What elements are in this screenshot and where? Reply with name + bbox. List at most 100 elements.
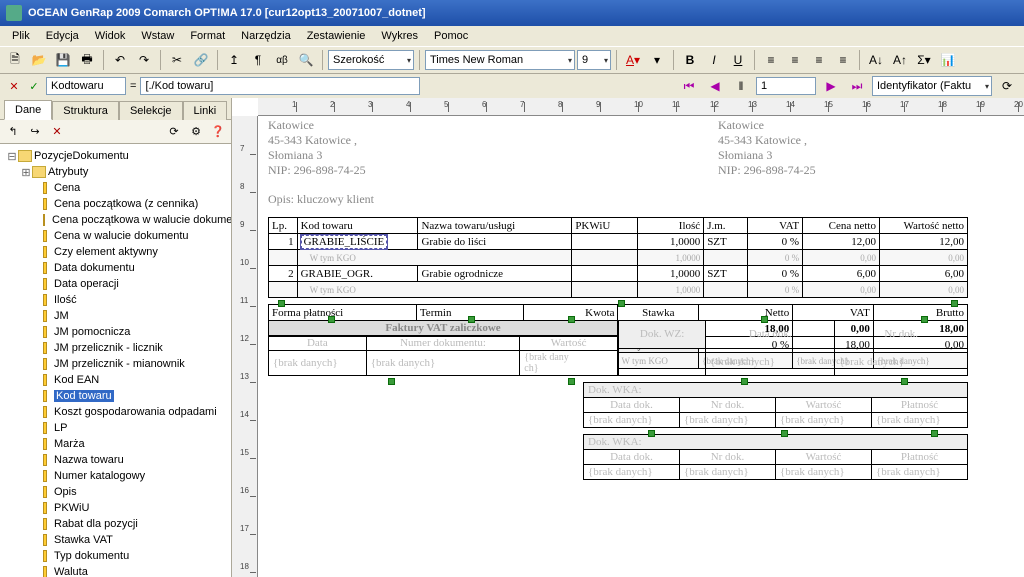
tree-item[interactable]: Marża (2, 436, 229, 452)
menu-zestawienie[interactable]: Zestawienie (299, 28, 374, 44)
tree-item[interactable]: Data dokumentu (2, 260, 229, 276)
undo-icon[interactable]: ↶ (109, 49, 131, 71)
nav-pos-input[interactable] (756, 77, 816, 95)
align-justify-icon[interactable]: ≡ (832, 49, 854, 71)
tree-item[interactable]: Nazwa towaru (2, 452, 229, 468)
menu-plik[interactable]: Plik (4, 28, 38, 44)
sort-asc-icon[interactable]: A↓ (865, 49, 887, 71)
menu-format[interactable]: Format (182, 28, 233, 44)
tree-item[interactable]: Stawka VAT (2, 532, 229, 548)
formula-expr-input[interactable] (140, 77, 420, 95)
fill-color-icon[interactable]: ▾ (646, 49, 668, 71)
dok-wka-table-1: Dok. WKA: Data dok. Nr dok. Wartość Płat… (583, 382, 968, 428)
tree-item[interactable]: Ilość (2, 292, 229, 308)
alpha-beta-icon[interactable]: αβ (271, 49, 293, 71)
nav-first-icon[interactable]: ⏮ (678, 75, 700, 97)
tab-linki[interactable]: Linki (183, 101, 228, 120)
align-left-icon[interactable]: ≡ (760, 49, 782, 71)
col-cena: Cena netto (803, 218, 880, 234)
col-jm: J.m. (704, 218, 748, 234)
tree-item[interactable]: JM (2, 308, 229, 324)
tree-x-icon[interactable]: ✕ (48, 123, 66, 141)
nav-last-icon[interactable]: ⏭ (846, 75, 868, 97)
font-dropdown[interactable]: Times New Roman (425, 50, 575, 70)
tree-item[interactable]: JM przelicznik - mianownik (2, 356, 229, 372)
tree-refresh-icon[interactable]: ⟳ (165, 123, 183, 141)
underline-icon[interactable]: U (727, 49, 749, 71)
zoom-icon[interactable]: 🔍 (295, 49, 317, 71)
tree-item[interactable]: Czy element aktywny (2, 244, 229, 260)
kod-towaru-edit[interactable]: GRABIE_LIŚCIE (301, 235, 388, 249)
sort-desc-icon[interactable]: A↑ (889, 49, 911, 71)
sum-icon[interactable]: Σ▾ (913, 49, 935, 71)
accept-formula-icon[interactable]: ✓ (26, 80, 42, 93)
tree-item[interactable]: Cena w walucie dokumentu (2, 228, 229, 244)
tree-item[interactable]: Data operacji (2, 276, 229, 292)
tree-item[interactable]: Cena (2, 180, 229, 196)
tree-item[interactable]: Rabat dla pozycji (2, 516, 229, 532)
menu-pomoc[interactable]: Pomoc (426, 28, 476, 44)
open-icon[interactable]: 📂 (28, 49, 50, 71)
menu-edycja[interactable]: Edycja (38, 28, 87, 44)
save-icon[interactable]: 💾 (52, 49, 74, 71)
chart-icon[interactable]: 📊 (937, 49, 959, 71)
nav-next-icon[interactable]: ▶ (820, 75, 842, 97)
link-icon[interactable]: 🔗 (190, 49, 212, 71)
align-right-icon[interactable]: ≡ (808, 49, 830, 71)
tree-item[interactable]: Waluta (2, 564, 229, 577)
nav-prev-icon[interactable]: ◀ (704, 75, 726, 97)
menu-narzedzia[interactable]: Narzędzia (233, 28, 299, 44)
menubar: Plik Edycja Widok Wstaw Format Narzędzia… (0, 26, 1024, 46)
align-center-icon[interactable]: ≡ (784, 49, 806, 71)
item-kgo-row: W tym KGO1,00000 %0,000,00 (269, 282, 968, 298)
arrow-up-icon[interactable]: ↥ (223, 49, 245, 71)
dok-wka-table-2: Dok. WKA: Data dok. Nr dok. Wartość Płat… (583, 434, 968, 480)
save-all-icon[interactable]: 🖶 (76, 49, 98, 71)
fontsize-dropdown[interactable]: 9 (577, 50, 611, 70)
cut-icon[interactable]: ✂ (166, 49, 188, 71)
tree-item[interactable]: Kod towaru (2, 388, 229, 404)
window-title: OCEAN GenRap 2009 Comarch OPT!MA 17.0 [c… (28, 7, 426, 19)
menu-wstaw[interactable]: Wstaw (133, 28, 182, 44)
tab-struktura[interactable]: Struktura (52, 101, 119, 120)
doc-header: Katowice 45-343 Katowice , Słomiana 3 NI… (268, 116, 968, 178)
tree-item[interactable]: Typ dokumentu (2, 548, 229, 564)
font-color-icon[interactable]: A▾ (622, 49, 644, 71)
tab-dane[interactable]: Dane (4, 100, 52, 120)
fields-tree[interactable]: ⊟PozycjeDokumentu⊞AtrybutyCenaCena począ… (0, 144, 231, 577)
new-icon[interactable]: 🗎 (4, 49, 26, 71)
col-kod: Kod towaru (297, 218, 418, 234)
redo-icon[interactable]: ↷ (133, 49, 155, 71)
tree-item[interactable]: Numer katalogowy (2, 468, 229, 484)
italic-icon[interactable]: I (703, 49, 725, 71)
tree-item[interactable]: Kod EAN (2, 372, 229, 388)
formula-name-input[interactable] (46, 77, 126, 95)
report-canvas: 1234567891011121314151617181920 78910111… (232, 98, 1024, 577)
cancel-formula-icon[interactable]: ✕ (6, 80, 22, 93)
tree-gear-icon[interactable]: ⚙ (187, 123, 205, 141)
tree-item[interactable]: LP (2, 420, 229, 436)
menu-wykres[interactable]: Wykres (373, 28, 426, 44)
tree-help-icon[interactable]: ❓ (209, 123, 227, 141)
menu-widok[interactable]: Widok (87, 28, 134, 44)
tree-arrow-icon[interactable]: ↪ (26, 123, 44, 141)
tree-item[interactable]: Cena początkowa (z cennika) (2, 196, 229, 212)
tree-item[interactable]: Cena początkowa w walucie dokumentu (2, 212, 229, 228)
identifier-dropdown[interactable]: Identyfikator (Faktu (872, 76, 992, 96)
tree-up-icon[interactable]: ↰ (4, 123, 22, 141)
pilcrow-icon[interactable]: ¶ (247, 49, 269, 71)
nav-stop-icon[interactable]: ‖ (730, 75, 752, 97)
dok-wz-table: Dok. WZ: Data dok. Nr dok. {brak danych}… (618, 320, 968, 376)
tree-item[interactable]: Opis (2, 484, 229, 500)
tree-item[interactable]: Koszt gospodarowania odpadami (2, 404, 229, 420)
item-kgo-row: W tym KGO1,00000 %0,000,00 (269, 250, 968, 266)
tab-selekcje[interactable]: Selekcje (119, 101, 183, 120)
tree-item[interactable]: PKWiU (2, 500, 229, 516)
bold-icon[interactable]: B (679, 49, 701, 71)
zoom-dropdown[interactable]: Szerokość (328, 50, 414, 70)
refresh-icon[interactable]: ⟳ (996, 75, 1018, 97)
col-nazwa: Nazwa towaru/usługi (418, 218, 572, 234)
tree-item[interactable]: JM przelicznik - licznik (2, 340, 229, 356)
tree-item[interactable]: JM pomocnicza (2, 324, 229, 340)
document-area[interactable]: Katowice 45-343 Katowice , Słomiana 3 NI… (258, 116, 1024, 577)
